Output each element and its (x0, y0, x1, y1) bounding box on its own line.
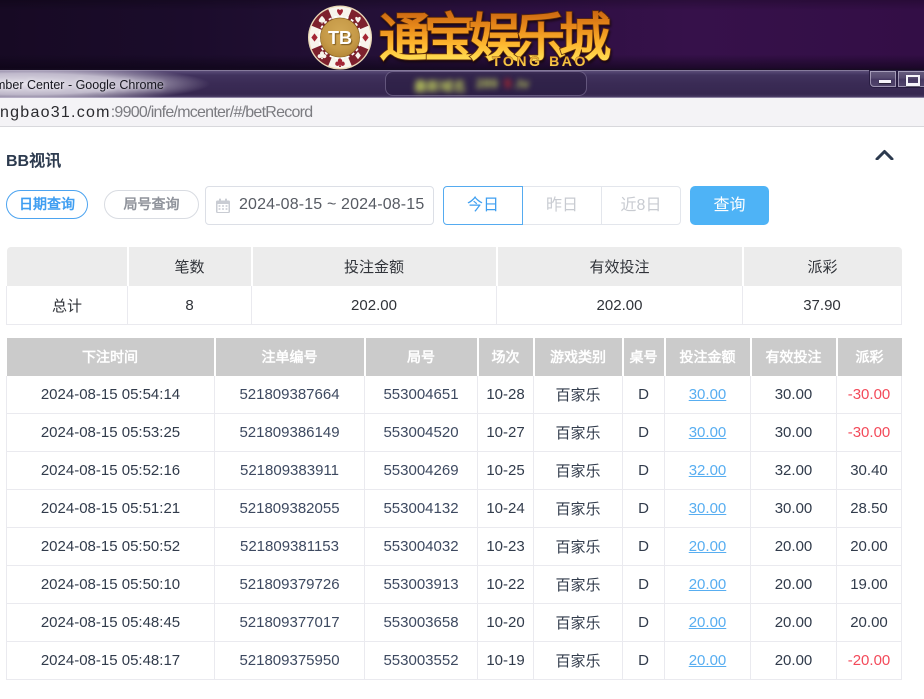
svg-text:TONG BAO: TONG BAO (492, 53, 588, 69)
svg-text:TB: TB (328, 28, 352, 48)
